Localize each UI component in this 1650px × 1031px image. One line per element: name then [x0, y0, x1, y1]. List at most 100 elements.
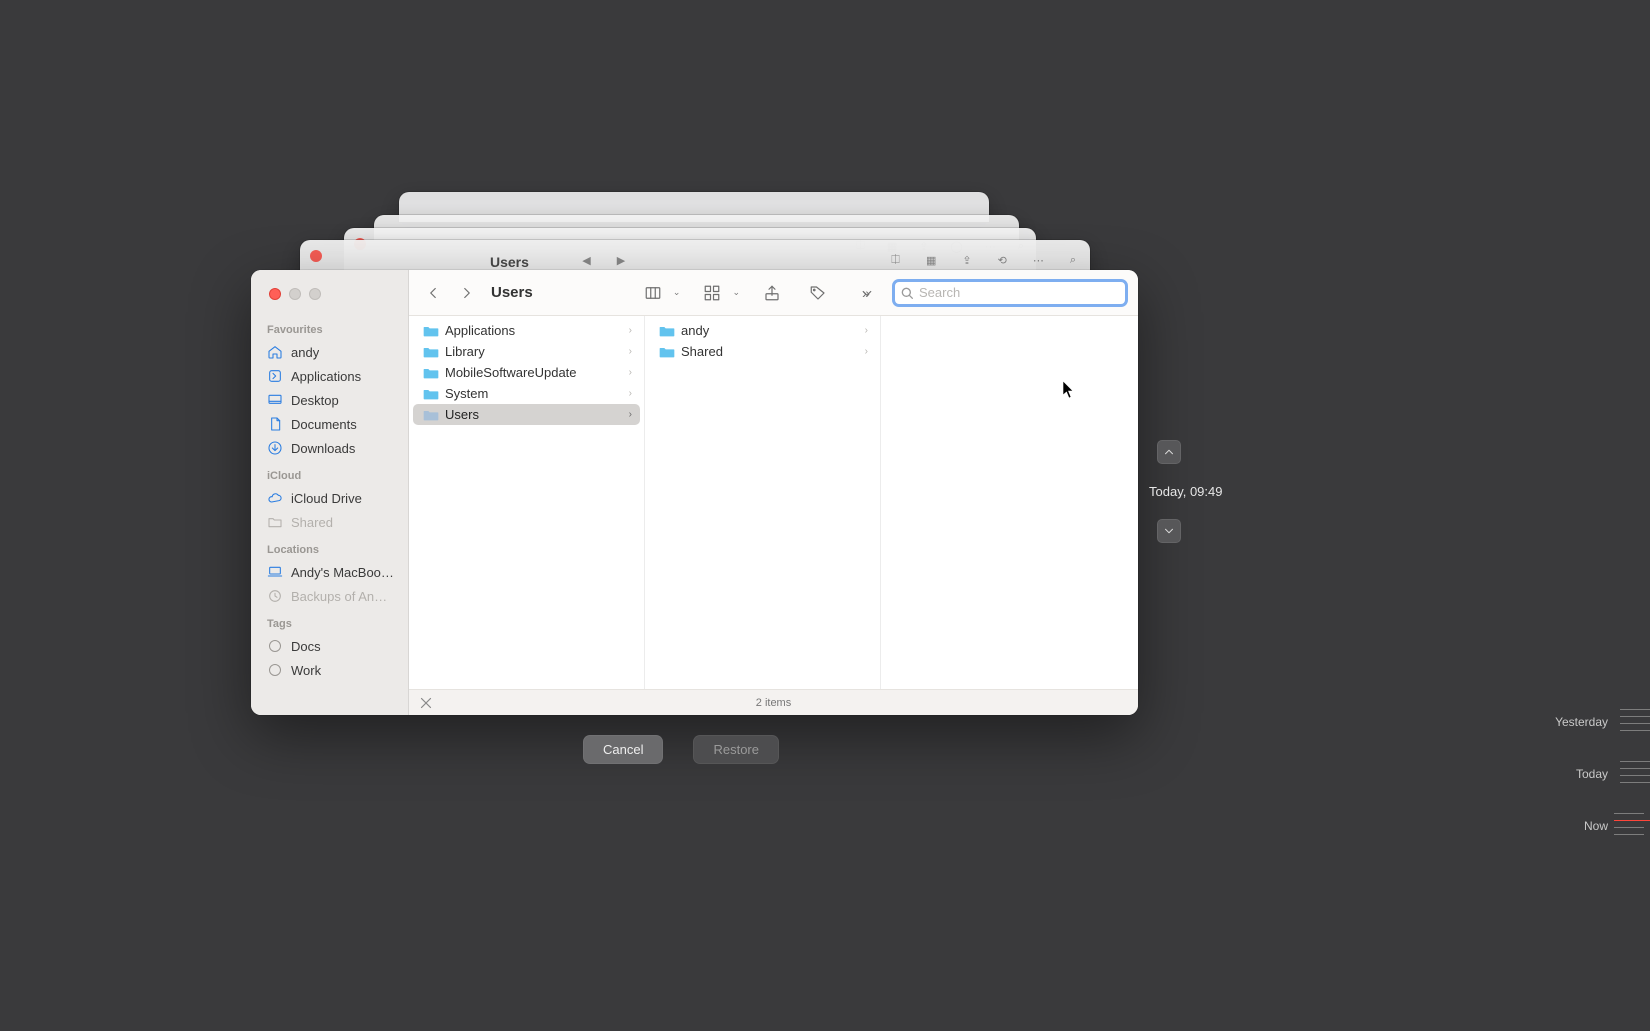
back-button[interactable] [419, 280, 447, 306]
sidebar-item-andy[interactable]: andy [251, 340, 408, 364]
snapshot-timestamp: Today, 09:49 [1149, 484, 1222, 499]
folder-label: Users [445, 407, 623, 422]
folder-label: Library [445, 344, 623, 359]
folder-row[interactable]: andy› [649, 320, 876, 341]
search-input[interactable] [919, 285, 1121, 300]
sharedfolder-icon [267, 514, 283, 530]
folder-row[interactable]: Applications › [413, 320, 640, 341]
chevron-right-icon: › [629, 325, 632, 336]
chevron-right-icon: › [629, 388, 632, 399]
column-0: Applications›Library›MobileSoftwareUpdat… [409, 316, 645, 689]
view-columns-icon[interactable] [639, 280, 667, 306]
minimize-window-button[interactable] [289, 288, 301, 300]
close-window-button[interactable] [269, 288, 281, 300]
cancel-button[interactable]: Cancel [583, 735, 663, 764]
tag-icon[interactable] [804, 280, 832, 306]
sidebar-item-docs[interactable]: Docs [251, 634, 408, 658]
folder-row[interactable]: System› [413, 383, 640, 404]
chevron-right-icon: › [865, 346, 868, 357]
sidebar-section-title: iCloud [251, 460, 408, 486]
folder-label: Shared [681, 344, 859, 359]
timeline-entry[interactable]: Today [1530, 767, 1650, 781]
folder-row[interactable]: MobileSoftwareUpdate › [413, 362, 640, 383]
sidebar-item-label: Documents [291, 417, 357, 432]
more-icon[interactable]: » [850, 280, 878, 306]
next-snapshot-button[interactable] [1157, 519, 1181, 543]
window-controls [269, 288, 321, 300]
sidebar-item-applications[interactable]: Applications [251, 364, 408, 388]
folder-row[interactable]: Users › [413, 404, 640, 425]
timeline-entry[interactable]: Yesterday [1530, 715, 1650, 729]
sidebar-item-documents[interactable]: Documents [251, 412, 408, 436]
sidebar-item-desktop[interactable]: Desktop [251, 388, 408, 412]
action-buttons: Cancel Restore [583, 735, 779, 764]
folder-row[interactable]: Library › [413, 341, 640, 362]
sidebar-item-label: iCloud Drive [291, 491, 362, 506]
folder-icon [659, 324, 675, 338]
folder-icon [423, 345, 439, 359]
finder-window: Favourites andy Applications Desktop Documen… [251, 270, 1138, 715]
toolbar: Users ⌄ ⌄ » [409, 270, 1138, 316]
search-field-wrap [892, 279, 1128, 307]
timemachine-icon [267, 588, 283, 604]
status-text: 2 items [756, 697, 791, 709]
doc-icon [267, 416, 283, 432]
view-grid-caret[interactable]: ⌄ [732, 287, 740, 298]
cloud-icon [267, 490, 283, 506]
folder-icon [423, 387, 439, 401]
timeline-ticks [1620, 709, 1650, 731]
sidebar-item-work[interactable]: Work [251, 658, 408, 682]
sidebar-item-label: Docs [291, 639, 321, 654]
timeline-entry[interactable]: Now [1530, 819, 1650, 833]
column-1: andy› Shared › [645, 316, 881, 689]
column-view: Applications›Library›MobileSoftwareUpdat… [409, 316, 1138, 689]
folder-icon [423, 408, 439, 422]
sidebar: Favourites andy Applications Desktop Documen… [251, 270, 409, 715]
sidebar-section-title: Tags [251, 608, 408, 634]
folder-icon [659, 345, 675, 359]
desktop-icon [267, 392, 283, 408]
folder-icon [423, 366, 439, 380]
location-title: Users [491, 284, 533, 301]
home-icon [267, 344, 283, 360]
chevron-right-icon: › [629, 409, 632, 420]
main-area: Users ⌄ ⌄ » [409, 270, 1138, 715]
sidebar-item-label: Backups of An… [291, 589, 387, 604]
sidebar-section-title: Favourites [251, 314, 408, 340]
column-2 [881, 316, 1138, 689]
app-icon [267, 368, 283, 384]
zoom-window-button[interactable] [309, 288, 321, 300]
tag-icon [267, 662, 283, 678]
sidebar-item-label: Work [291, 663, 321, 678]
close-path-bar-button[interactable] [417, 694, 435, 712]
sidebar-item-icloud-drive[interactable]: iCloud Drive [251, 486, 408, 510]
sidebar-item-label: Andy's MacBoo… [291, 565, 394, 580]
sidebar-item-shared[interactable]: Shared [251, 510, 408, 534]
previous-snapshot-button[interactable] [1157, 440, 1181, 464]
view-columns-caret[interactable]: ⌄ [673, 287, 681, 298]
stacked-window-title: Users [490, 254, 529, 270]
folder-row[interactable]: Shared › [649, 341, 876, 362]
view-grid-icon[interactable] [698, 280, 726, 306]
timeline-ticks [1614, 813, 1650, 835]
sidebar-item-downloads[interactable]: Downloads [251, 436, 408, 460]
share-icon[interactable] [758, 280, 786, 306]
download-icon [267, 440, 283, 456]
sidebar-item-label: andy [291, 345, 319, 360]
sidebar-item-label: Applications [291, 369, 361, 384]
sidebar-item-label: Downloads [291, 441, 355, 456]
timeline: Yesterday Today Now [1530, 715, 1650, 871]
forward-button[interactable] [453, 280, 481, 306]
status-bar: 2 items [409, 689, 1138, 715]
folder-label: Applications [445, 323, 623, 338]
laptop-icon [267, 564, 283, 580]
chevron-right-icon: › [629, 346, 632, 357]
sidebar-item-backups-of-an-[interactable]: Backups of An… [251, 584, 408, 608]
search-icon [899, 285, 915, 301]
sidebar-item-label: Shared [291, 515, 333, 530]
sidebar-item-andy-s-macboo-[interactable]: Andy's MacBoo… [251, 560, 408, 584]
tag-icon [267, 638, 283, 654]
restore-button[interactable]: Restore [693, 735, 779, 764]
folder-label: MobileSoftwareUpdate [445, 365, 623, 380]
chevron-right-icon: › [629, 367, 632, 378]
